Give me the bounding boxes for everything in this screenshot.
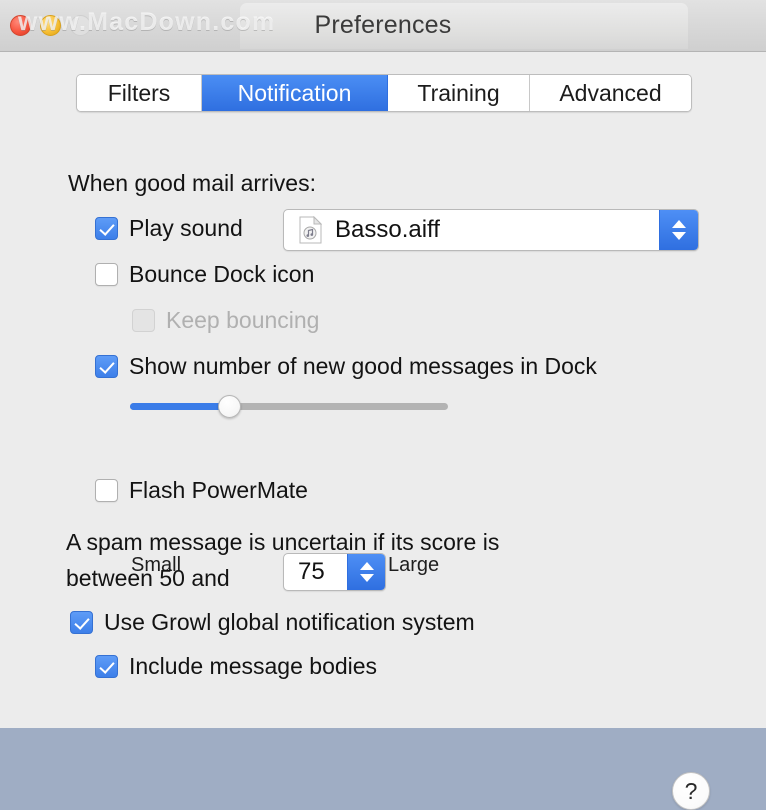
include-bodies-checkbox[interactable] [95,655,118,678]
show-number-row[interactable]: Show number of new good messages in Dock [95,353,597,380]
use-growl-row[interactable]: Use Growl global notification system [70,609,475,636]
chevron-up-icon [672,220,686,228]
uncertain-score-stepper[interactable] [347,554,385,590]
tab-training[interactable]: Training [388,75,530,111]
dock-badge-size-slider[interactable] [130,395,448,418]
play-sound-label: Play sound [129,215,243,241]
minimize-button[interactable] [40,15,61,36]
keep-bouncing-row: Keep bouncing [132,307,319,334]
use-growl-label: Use Growl global notification system [104,609,475,635]
bounce-dock-checkbox[interactable] [95,263,118,286]
flash-powermate-checkbox[interactable] [95,479,118,502]
screenshot-root: Preferences www.MacDown.com Filters Noti… [0,0,766,810]
sound-popup-stepper[interactable] [659,210,698,250]
zoom-button[interactable] [70,15,91,36]
audio-file-icon [299,215,323,244]
chevron-down-icon [359,574,374,582]
include-bodies-label: Include message bodies [129,653,378,679]
play-sound-checkbox[interactable] [95,217,118,240]
close-button[interactable] [10,15,31,36]
notification-settings-panel: When good mail arrives: Play sound Basso… [0,120,766,810]
uncertain-score-stepper-field[interactable]: 75 [283,553,386,591]
preferences-tab-bar: Filters Notification Training Advanced [76,74,692,112]
uncertain-score-value: 75 [298,558,325,585]
keep-bouncing-label: Keep bouncing [166,307,320,333]
tab-advanced[interactable]: Advanced [530,75,691,111]
bounce-dock-row[interactable]: Bounce Dock icon [95,261,314,288]
tab-filters[interactable]: Filters [77,75,202,111]
sound-popup-value: Basso.aiff [335,216,440,243]
bounce-dock-label: Bounce Dock icon [129,261,315,287]
keep-bouncing-checkbox [132,309,155,332]
include-bodies-row[interactable]: Include message bodies [95,653,377,680]
use-growl-checkbox[interactable] [70,611,93,634]
flash-powermate-row[interactable]: Flash PowerMate [95,477,308,504]
preferences-window: Preferences www.MacDown.com Filters Noti… [0,0,766,810]
uncertain-score-text-line2: between 50 and [66,565,230,591]
window-titlebar: Preferences www.MacDown.com [0,0,766,52]
help-button[interactable]: ? [672,772,710,810]
flash-powermate-label: Flash PowerMate [129,477,308,503]
slider-track-fill [130,403,229,410]
traffic-light-group [10,15,91,36]
show-number-checkbox[interactable] [95,355,118,378]
window-title: Preferences [314,11,452,39]
section-heading-good-mail: When good mail arrives: [68,170,316,196]
show-number-label: Show number of new good messages in Dock [129,353,597,379]
tab-notification[interactable]: Notification [202,75,388,111]
chevron-up-icon [359,562,374,570]
sound-popup-button[interactable]: Basso.aiff [283,209,699,251]
play-sound-row[interactable]: Play sound [95,215,243,242]
chevron-down-icon [672,232,686,240]
slider-knob[interactable] [217,395,241,418]
